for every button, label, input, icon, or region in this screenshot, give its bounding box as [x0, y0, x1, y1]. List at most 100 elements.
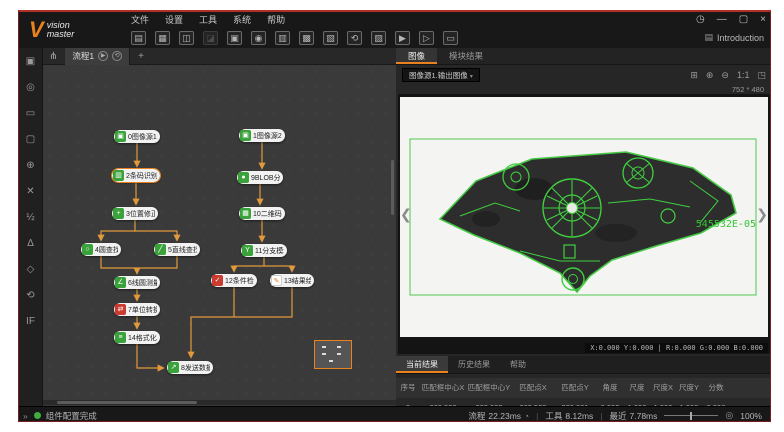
zoom-out-icon[interactable]: ⊖ [721, 70, 729, 81]
flow-tree-icon[interactable]: ⋔ [49, 51, 57, 62]
split-view-icon[interactable]: ▥ [275, 31, 290, 45]
node-label: 7单位转换1 [128, 305, 157, 315]
flow-node-2条码识别…[interactable]: ▥2条码识别… [112, 169, 160, 182]
logic-tool-icon[interactable]: IF [23, 316, 39, 327]
flow-node-10二维码…[interactable]: ▦10二维码… [239, 207, 285, 220]
viewer-tab-图像[interactable]: 图像 [396, 48, 437, 64]
flow-node-4圆查找1[interactable]: ○4圆查找1 [81, 243, 121, 256]
node-label: 12条件检测1 [225, 276, 254, 286]
app-window: V visionmaster 文件设置工具系统帮助 ▤▦◫◪▣◉▥▩▧⟲▨▶▷▭… [18, 10, 771, 422]
result-tab-帮助[interactable]: 帮助 [500, 356, 536, 373]
prev-image-chevron[interactable]: ❮ [400, 206, 412, 223]
menu-item-工具[interactable]: 工具 [199, 14, 217, 27]
defect-tool-icon[interactable]: ✕ [23, 186, 39, 197]
location-tool-icon[interactable]: ◎ [23, 82, 39, 93]
node-type-icon: ✓ [212, 275, 223, 286]
result-tab-历史结果[interactable]: 历史结果 [448, 356, 500, 373]
column-header-匹配框中心Y: 匹配框中心Y [466, 378, 512, 398]
communication-tool-icon[interactable]: ⟲ [23, 290, 39, 301]
flow-canvas[interactable]: ▣0图像源1 ▥2条码识别… +3位置修正1 ○4圆查找1 ╱5直线查找1 ∠6线圆测量1… [43, 65, 396, 406]
node-type-icon: + [113, 208, 124, 219]
roi-tool-icon[interactable]: ▢ [23, 134, 39, 145]
clock-button[interactable]: ◷ [696, 14, 705, 26]
timing-value: 22.23ms [488, 411, 521, 421]
window-controls: ◷ — ▢ × [696, 14, 766, 26]
timing-工具: 工具8.12ms [545, 410, 593, 422]
recognition-tool-icon[interactable]: ∆ [23, 238, 39, 249]
save-icon[interactable]: ▤ [131, 31, 146, 45]
node-type-icon: ▣ [115, 131, 126, 142]
zoom-in-icon[interactable]: ⊕ [706, 70, 714, 81]
flow-node-7单位转换1[interactable]: ⇄7单位转换1 [114, 303, 160, 316]
add-flow-tab-button[interactable]: + [138, 51, 144, 62]
run-once-icon[interactable]: ▷ [419, 31, 434, 45]
flow-node-0图像源1[interactable]: ▣0图像源1 [114, 130, 160, 143]
flow-node-9BLOB分析1[interactable]: ●9BLOB分析1 [237, 171, 283, 184]
viewer-tab-模块结果[interactable]: 模块结果 [437, 48, 495, 64]
image-tool-icon[interactable]: ▭ [23, 108, 39, 119]
open-icon[interactable]: ▦ [155, 31, 170, 45]
statusbar-right: 流程22.23ms◔|工具8.12ms|最近7.78ms ◎ 100% [468, 410, 762, 422]
node-type-icon: ≡ [115, 332, 126, 343]
node-type-icon: ↗ [168, 362, 179, 373]
minimize-button[interactable]: — [717, 14, 727, 26]
menu-item-文件[interactable]: 文件 [131, 14, 149, 27]
statusbar-expander[interactable]: » [23, 411, 28, 421]
front-run-icon[interactable]: ▭ [443, 31, 458, 45]
flow-loop-icon[interactable]: ⟲ [112, 51, 122, 61]
status-message: 组件配置完成 [46, 410, 97, 422]
result-tab-当前结果[interactable]: 当前结果 [396, 356, 448, 373]
flow-node-3位置修正1[interactable]: +3位置修正1 [112, 207, 158, 220]
node-type-icon: ∠ [115, 277, 126, 288]
column-header-匹配框中心X: 匹配框中心X [420, 378, 466, 398]
flow-tab-process1[interactable]: 流程1 ▶ ⟲ [65, 48, 130, 65]
communication-icon[interactable]: ⟲ [347, 31, 362, 45]
image-resolution: 752 * 480 [732, 85, 764, 94]
one-to-one-icon[interactable]: 1:1 [737, 70, 750, 80]
flow-horizontal-scrollbar[interactable] [43, 400, 396, 405]
fit-view-icon[interactable]: ⊞ [690, 70, 698, 81]
flow-node-14格式化1[interactable]: ≡14格式化1 [114, 331, 160, 344]
chevron-down-icon: ▾ [470, 74, 473, 80]
image-source-select[interactable]: 图像源1.输出图像 ▾ [402, 68, 480, 82]
flow-node-1图像源2[interactable]: ▣1图像源2 [239, 129, 285, 142]
stopwatch-icon: ◔ [524, 411, 529, 421]
canvas-zoom-slider[interactable] [664, 412, 718, 420]
run-continuous-icon[interactable]: ▶ [395, 31, 410, 45]
menu-item-帮助[interactable]: 帮助 [267, 14, 285, 27]
flow-vertical-scrollbar[interactable] [390, 65, 395, 400]
global-script-icon[interactable]: ▨ [371, 31, 386, 45]
io-settings-icon[interactable]: ▩ [299, 31, 314, 45]
node-type-icon: ● [238, 172, 249, 183]
result-tabs: 当前结果历史结果帮助 [396, 356, 771, 374]
status-ok-icon [34, 412, 41, 419]
flow-minimap[interactable] [314, 340, 352, 369]
calc-tool-icon[interactable]: ½ [23, 212, 39, 223]
introduction-link[interactable]: ▤ Introduction [704, 32, 764, 43]
acquisition-tool-icon[interactable]: ▣ [23, 56, 39, 67]
next-image-chevron[interactable]: ❯ [756, 206, 768, 223]
magnifier-icon: ◎ [725, 410, 733, 421]
module-icon[interactable]: ▧ [323, 31, 338, 45]
deep-learning-tool-icon[interactable]: ◇ [23, 264, 39, 275]
flow-node-6线圆测量1[interactable]: ∠6线圆测量1 [114, 276, 160, 289]
window-layout-icon[interactable]: ▣ [227, 31, 242, 45]
export-icon[interactable]: ◫ [179, 31, 194, 45]
menu-item-设置[interactable]: 设置 [165, 14, 183, 27]
fullscreen-icon[interactable]: ◳ [757, 70, 766, 81]
node-label: 10二维码… [253, 209, 282, 219]
flow-node-11分支模块1[interactable]: Y11分支模块1 [241, 244, 287, 257]
image-viewer[interactable]: 545532E-05 ❮ ❯ X:0.000 Y:0.000 | R:0.000… [398, 94, 770, 354]
camera-icon[interactable]: ◉ [251, 31, 266, 45]
flow-edge-15 [234, 287, 292, 317]
flow-node-12条件检测1[interactable]: ✓12条件检测1 [211, 274, 257, 287]
flow-node-5直线查找1[interactable]: ╱5直线查找1 [154, 243, 200, 256]
close-button[interactable]: × [760, 14, 766, 26]
restore-button[interactable]: ▢ [739, 14, 748, 26]
flow-run-icon[interactable]: ▶ [98, 51, 108, 61]
flow-node-8发送数据1[interactable]: ↗8发送数据1 [167, 361, 213, 374]
menu-item-系统[interactable]: 系统 [233, 14, 251, 27]
flow-node-13结果绘图1[interactable]: ✎13结果绘图1 [270, 274, 314, 287]
measure-tool-icon[interactable]: ⊕ [23, 160, 39, 171]
node-label: 13结果绘图1 [284, 276, 311, 286]
